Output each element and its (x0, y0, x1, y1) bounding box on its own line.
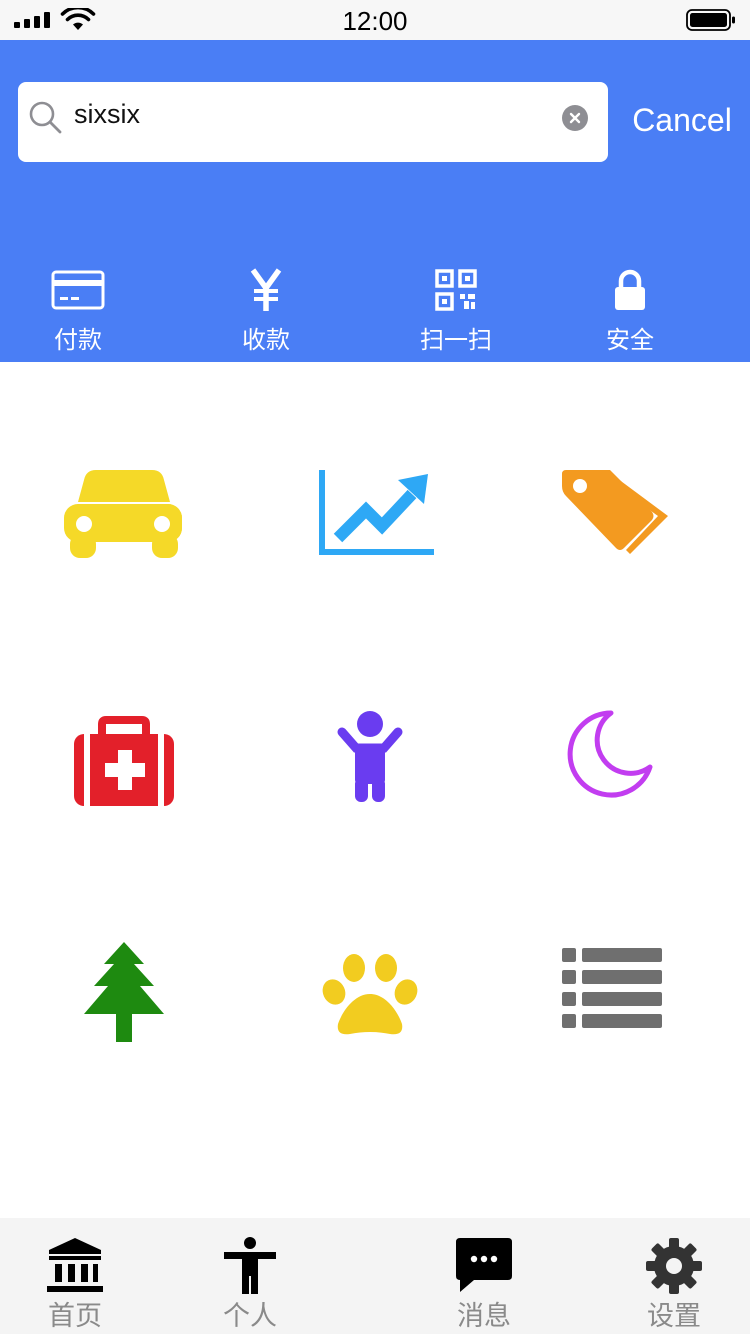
quick-action-scan[interactable]: 扫一扫 (396, 262, 516, 362)
yen-icon (250, 268, 282, 311)
tab-home[interactable]: 首页 (15, 1218, 135, 1334)
car-icon (64, 470, 182, 558)
lock-icon (615, 269, 645, 310)
qr-code-icon (435, 269, 477, 311)
bank-icon (47, 1238, 103, 1292)
search-icon (29, 101, 62, 134)
clear-icon[interactable] (562, 105, 588, 131)
person-icon (337, 711, 403, 802)
accessibility-icon (224, 1237, 276, 1294)
quick-action-receive[interactable]: 收款 (206, 262, 326, 362)
grid-item-person[interactable] (290, 686, 450, 846)
quick-action-label: 付款 (54, 327, 102, 354)
moon-icon (567, 710, 653, 798)
status-time: 12:00 (342, 6, 408, 36)
tab-settings[interactable]: 设置 (614, 1218, 734, 1334)
grid-item-medical[interactable] (44, 686, 204, 846)
paw-icon (322, 954, 418, 1035)
tab-label: 消息 (457, 1301, 511, 1331)
battery-icon (686, 9, 735, 31)
tab-label: 设置 (647, 1301, 701, 1331)
quick-action-pay[interactable]: 付款 (18, 262, 138, 362)
grid-item-tree[interactable] (44, 918, 204, 1078)
tab-messages[interactable]: 消息 (424, 1218, 544, 1334)
gear-icon (646, 1238, 702, 1294)
grid-item-moon[interactable] (534, 676, 694, 836)
quick-action-label: 收款 (242, 327, 290, 354)
cancel-button[interactable]: Cancel (624, 98, 740, 142)
status-bar: 12:00 (0, 0, 750, 40)
credit-card-icon (51, 270, 105, 310)
quick-action-label: 扫一扫 (420, 327, 492, 354)
grid-item-paw[interactable] (290, 914, 450, 1074)
grid-item-chart[interactable] (298, 434, 458, 594)
quick-actions: 付款 收款 扫一扫 安全 (0, 262, 750, 362)
chat-bubble-icon (456, 1238, 512, 1292)
list-icon (562, 948, 662, 1028)
medical-kit-icon (74, 716, 174, 806)
tab-label: 首页 (48, 1301, 102, 1331)
tab-bar: 首页 个人 消息 设置 (0, 1218, 750, 1334)
tags-icon (562, 470, 668, 554)
grid-item-tags[interactable] (534, 432, 694, 592)
quick-action-label: 安全 (606, 327, 654, 354)
header: Cancel 付款 收款 (0, 40, 750, 362)
tree-icon (84, 942, 164, 1042)
line-chart-icon (319, 470, 434, 555)
search-bar[interactable] (18, 82, 608, 162)
tab-label: 个人 (223, 1301, 277, 1331)
tab-personal[interactable]: 个人 (190, 1218, 310, 1334)
grid-item-car[interactable] (44, 432, 204, 592)
quick-action-security[interactable]: 安全 (570, 262, 690, 362)
grid-item-list[interactable] (534, 918, 694, 1078)
search-input[interactable] (74, 94, 544, 134)
